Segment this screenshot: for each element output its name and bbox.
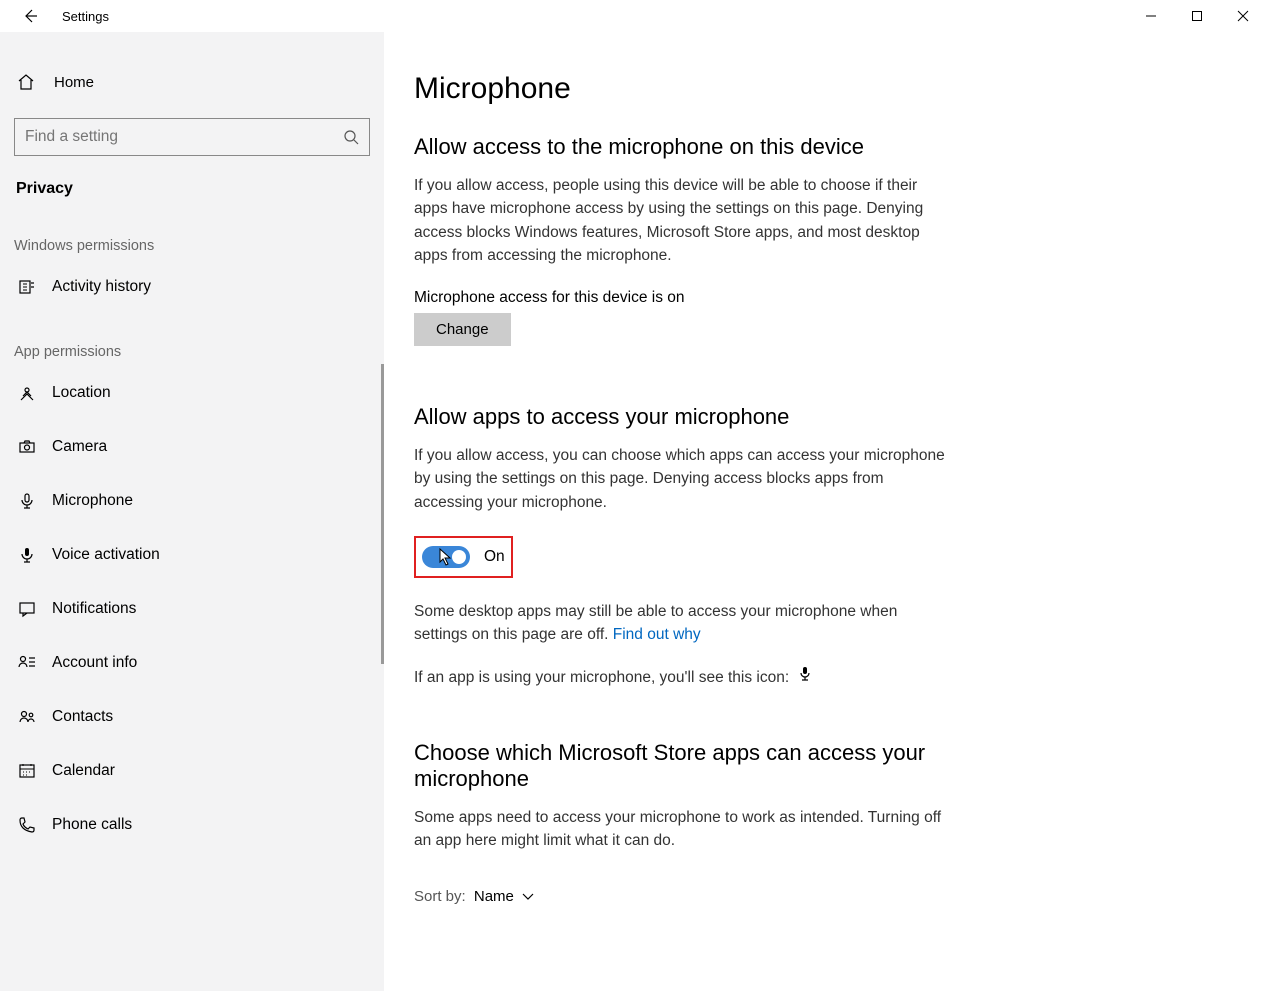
nav-label: Voice activation [52, 546, 160, 564]
nav-notifications[interactable]: Notifications [0, 582, 384, 636]
nav-label: Phone calls [52, 816, 132, 834]
privacy-heading: Privacy [0, 156, 384, 208]
section-app-permissions: App permissions [0, 314, 384, 366]
nav-label: Calendar [52, 762, 115, 780]
search-icon [343, 129, 359, 145]
activity-history-icon [18, 278, 36, 296]
close-icon [1237, 10, 1249, 22]
highlight-box: On [414, 536, 513, 578]
change-button[interactable]: Change [414, 313, 511, 346]
back-arrow-icon [22, 8, 38, 24]
home-button[interactable]: Home [0, 62, 384, 102]
phone-icon [18, 816, 36, 834]
nav-phone-calls[interactable]: Phone calls [0, 798, 384, 852]
section-windows-permissions: Windows permissions [0, 208, 384, 260]
section-allow-apps-access: Allow apps to access your microphone [414, 404, 954, 430]
minimize-icon [1145, 10, 1157, 22]
nav-microphone[interactable]: Microphone [0, 474, 384, 528]
sort-value: Name [474, 888, 514, 905]
nav-location[interactable]: Location [0, 366, 384, 420]
page-title: Microphone [414, 72, 1266, 106]
microphone-icon [18, 492, 36, 510]
close-button[interactable] [1220, 0, 1266, 32]
section-choose-store-apps: Choose which Microsoft Store apps can ac… [414, 740, 954, 792]
content-pane: Microphone Allow access to the microphon… [384, 32, 1266, 991]
mic-usage-note: If an app is using your microphone, you'… [414, 666, 954, 690]
window-title: Settings [62, 9, 109, 24]
nav-camera[interactable]: Camera [0, 420, 384, 474]
sort-dropdown[interactable]: Sort by: Name [414, 888, 1266, 905]
find-out-why-link[interactable]: Find out why [613, 626, 701, 643]
nav-calendar[interactable]: Calendar [0, 744, 384, 798]
nav-label: Notifications [52, 600, 136, 618]
nav-label: Activity history [52, 278, 151, 296]
calendar-icon [18, 762, 36, 780]
microphone-glyph-icon [799, 669, 811, 686]
nav-account-info[interactable]: Account info [0, 636, 384, 690]
home-icon [17, 73, 35, 91]
nav-activity-history[interactable]: Activity history [0, 260, 384, 314]
sidebar: Home Privacy Windows permissions Activit… [0, 32, 384, 991]
chevron-down-icon [522, 893, 534, 901]
minimize-button[interactable] [1128, 0, 1174, 32]
contacts-icon [18, 708, 36, 726]
home-label: Home [54, 74, 94, 91]
search-input[interactable] [25, 128, 343, 146]
nav-contacts[interactable]: Contacts [0, 690, 384, 744]
camera-icon [18, 438, 36, 456]
notifications-icon [18, 600, 36, 618]
sort-label: Sort by: [414, 888, 466, 905]
title-bar: Settings [0, 0, 1266, 32]
section-allow-device-access: Allow access to the microphone on this d… [414, 134, 954, 160]
location-icon [18, 384, 36, 402]
nav-label: Camera [52, 438, 107, 456]
nav-voice-activation[interactable]: Voice activation [0, 528, 384, 582]
account-info-icon [18, 654, 36, 672]
maximize-button[interactable] [1174, 0, 1220, 32]
desktop-apps-note: Some desktop apps may still be able to a… [414, 600, 954, 647]
toggle-knob [452, 550, 466, 564]
search-box[interactable] [14, 118, 370, 156]
device-access-description: If you allow access, people using this d… [414, 174, 954, 267]
voice-activation-icon [18, 546, 36, 564]
device-access-status: Microphone access for this device is on [414, 289, 1266, 307]
maximize-icon [1191, 10, 1203, 22]
back-button[interactable] [12, 0, 48, 32]
nav-label: Location [52, 384, 111, 402]
cursor-icon [439, 548, 453, 566]
choose-store-apps-description: Some apps need to access your microphone… [414, 806, 954, 853]
apps-access-description: If you allow access, you can choose whic… [414, 444, 954, 514]
nav-label: Account info [52, 654, 137, 672]
nav-label: Microphone [52, 492, 133, 510]
nav-label: Contacts [52, 708, 113, 726]
toggle-state-label: On [484, 548, 505, 566]
apps-access-toggle[interactable] [422, 546, 470, 568]
